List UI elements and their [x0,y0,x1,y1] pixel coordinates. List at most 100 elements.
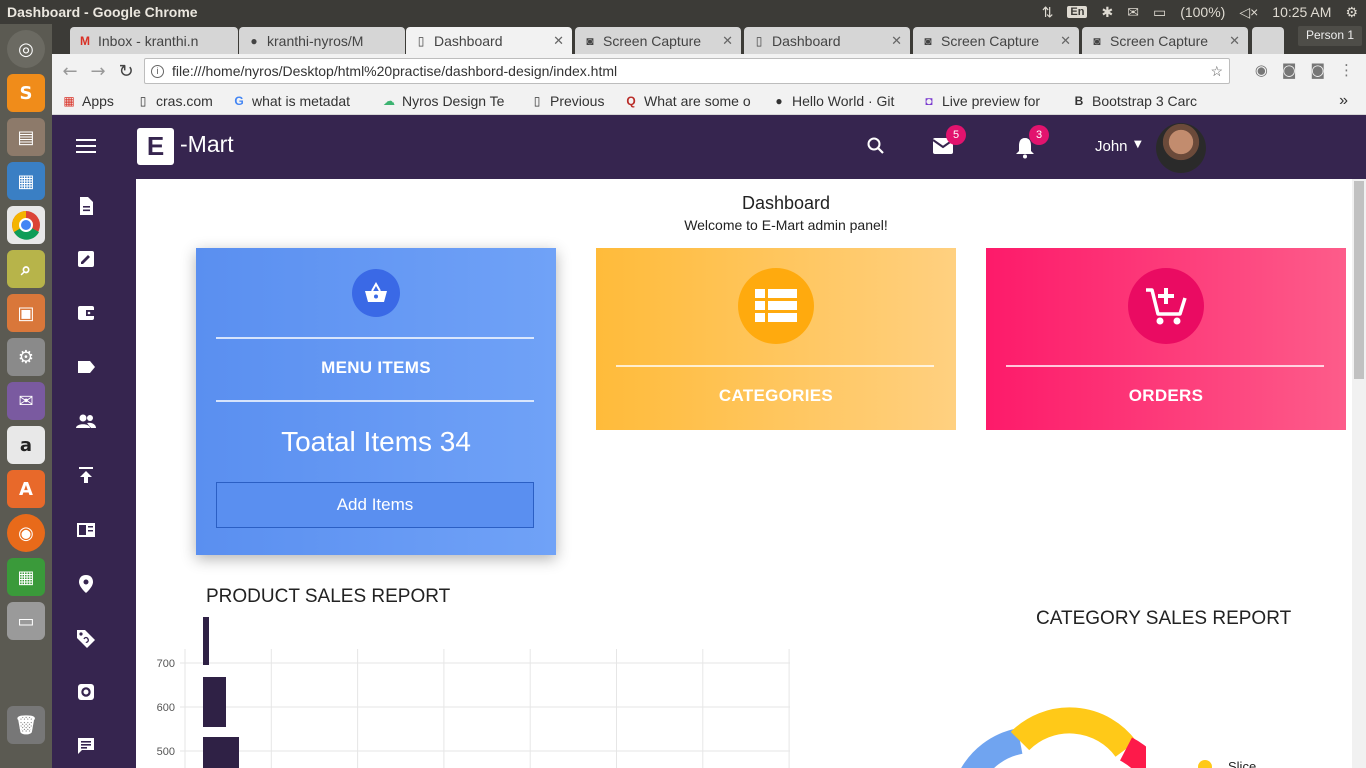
close-icon[interactable]: ✕ [553,33,564,49]
pidgin-icon[interactable]: ✉ [7,382,45,420]
close-icon[interactable]: ✕ [722,33,733,49]
browser-tabstrip: M Inbox - kranthi.n ● kranthi-nyros/M ▯ … [52,24,1366,54]
bookmark-item[interactable]: ● Hello World · Git [772,93,922,109]
user-name[interactable]: John [1095,138,1128,155]
settings-icon[interactable] [75,681,97,703]
keyboard-layout[interactable]: En [1067,6,1088,18]
browser-tab[interactable]: ◙ Screen Capture ✕ [575,27,741,54]
trash-icon[interactable]: 🗑 [7,706,45,744]
system-settings-icon[interactable]: ⚙ [7,338,45,376]
page-scrollbar[interactable] [1352,179,1366,768]
upload-icon[interactable] [75,464,97,486]
close-icon[interactable]: ✕ [1229,33,1240,49]
bookmark-item[interactable]: B Bootstrap 3 Carc [1072,93,1212,109]
software-center-icon[interactable]: A [7,470,45,508]
divider [216,400,534,402]
donut-slice [1010,707,1137,758]
volume-icon[interactable]: ◁× [1239,4,1258,21]
bookmark-item[interactable]: ◘ Live preview for [922,93,1072,109]
notification-badge: 3 [1029,125,1049,145]
browser-tab[interactable]: M Inbox - kranthi.n [70,27,238,54]
document-icon[interactable] [75,195,97,217]
sidebar [52,179,136,768]
browser-tab[interactable]: ◙ Screen Capture ✕ [1082,27,1248,54]
chat-icon[interactable] [75,735,97,757]
categories-label: CATEGORIES [718,386,834,405]
add-items-button[interactable]: Add Items [216,482,534,528]
bookmark-item[interactable]: ▯ Previous [530,93,624,109]
dash-home-icon[interactable]: ◎ [7,30,45,68]
color-picker-icon[interactable]: ◉ [1255,61,1268,79]
chrome-icon[interactable] [7,206,45,244]
bookmark-item[interactable]: Q What are some o [624,93,772,109]
network-icon[interactable]: ⇅ [1042,4,1054,21]
search-icon[interactable] [866,136,886,156]
firefox-icon[interactable]: ◉ [7,514,45,552]
notifications-button[interactable]: 3 [1015,125,1049,159]
forward-icon[interactable]: → [84,61,112,82]
close-icon[interactable]: ✕ [1060,33,1071,49]
screenshot-icon[interactable]: ◙ [1282,61,1297,79]
browser-tab[interactable]: ◙ Screen Capture ✕ [913,27,1079,54]
document-viewer-icon[interactable]: ▦ [7,162,45,200]
bookmark-item[interactable]: ☁ Nyros Design Te [382,93,530,109]
bar [203,617,209,665]
product-sales-report-title: PRODUCT SALES REPORT [206,586,451,607]
wallet-icon[interactable] [75,302,97,324]
power-icon[interactable]: ⚙ [1345,4,1358,21]
news-icon[interactable] [75,519,97,541]
bookmarks-bar: ▦ Apps ▯ cras.com G what is metadat ☁ Ny… [52,88,1366,115]
list-icon [738,268,814,344]
scrollbar-thumb[interactable] [1354,181,1364,379]
presentation-icon[interactable]: ▣ [7,294,45,332]
back-icon[interactable]: ← [56,61,84,82]
profile-button[interactable]: Person 1 [1297,26,1362,46]
divider [1006,365,1324,367]
close-icon[interactable]: ✕ [891,33,902,49]
menu-icon[interactable]: ⋮ [1339,61,1354,79]
avatar[interactable] [1156,123,1206,173]
mail-icon[interactable]: ✉ [1127,4,1139,21]
browser-tab-active[interactable]: ▯ Dashboard ✕ [406,27,572,54]
battery-icon[interactable]: ▭ [1153,4,1166,21]
people-icon[interactable] [75,410,97,432]
edit-icon[interactable] [75,248,97,270]
bookmark-apps[interactable]: ▦ Apps [62,93,136,109]
location-icon[interactable] [75,573,97,595]
drive-icon[interactable]: ▭ [7,602,45,640]
camera-icon[interactable]: ◙ [1310,61,1325,79]
bookmark-star-icon[interactable]: ☆ [1210,63,1223,80]
clock[interactable]: 10:25 AM [1272,4,1331,20]
spreadsheet-icon[interactable]: ▦ [7,558,45,596]
image-viewer-icon[interactable]: ⌕ [7,250,45,288]
new-tab-button[interactable] [1252,27,1284,54]
more-bookmarks-icon[interactable]: » [1339,92,1348,110]
label-icon[interactable] [75,356,97,378]
app-header: E -Mart 5 3 John ▼ [52,115,1366,179]
sublime-icon[interactable]: S [7,74,45,112]
amazon-icon[interactable]: a [7,426,45,464]
browser-tab[interactable]: ● kranthi-nyros/M [239,27,405,54]
reload-icon[interactable]: ↻ [112,61,140,82]
browser-tab[interactable]: ▯ Dashboard ✕ [744,27,910,54]
address-bar[interactable]: i file:///home/nyros/Desktop/html%20prac… [144,58,1230,84]
orders-card[interactable]: ORDERS [986,248,1346,430]
product-sales-chart: 700 600 500 [157,617,790,768]
bookmark-item[interactable]: ▯ cras.com [136,93,232,109]
camera-icon: ◙ [924,33,932,48]
tag-icon[interactable] [75,627,97,649]
tab-label: Dashboard [772,32,841,49]
quora-icon: Q [626,94,636,108]
files-icon[interactable]: ▤ [7,118,45,156]
info-icon[interactable]: i [151,64,164,78]
categories-card[interactable]: CATEGORIES [596,248,956,430]
brand-logo[interactable]: E [137,128,174,165]
apps-grid-icon: ▦ [63,94,75,108]
chevron-down-icon[interactable]: ▼ [1134,139,1142,150]
bluetooth-icon[interactable]: ✱ [1101,4,1113,21]
divider [216,337,534,339]
messages-button[interactable]: 5 [932,125,966,157]
bookmark-item[interactable]: G what is metadat [232,93,382,109]
hamburger-menu-icon[interactable] [76,139,96,155]
brand-name[interactable]: -Mart [180,131,234,158]
